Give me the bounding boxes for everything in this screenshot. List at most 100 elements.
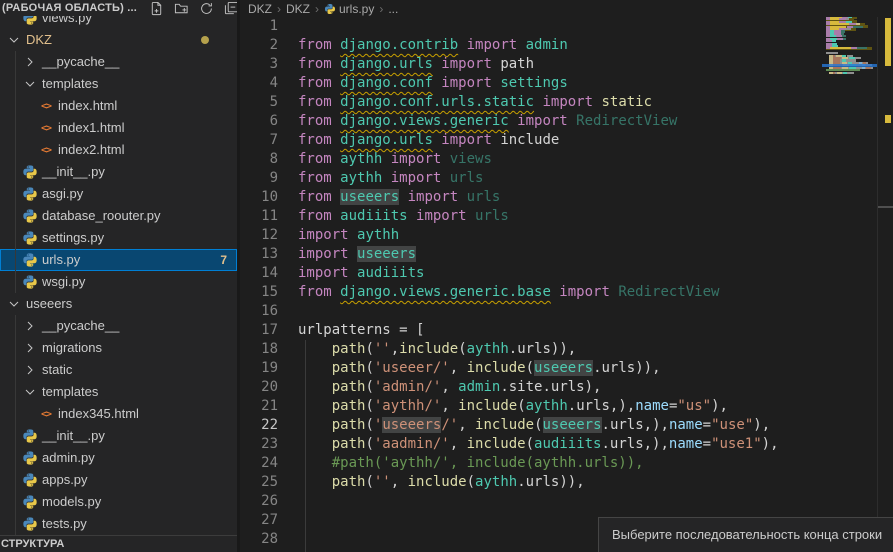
tree-item-label: __pycache__ <box>42 51 119 73</box>
code-line-22[interactable]: path('useeers/', include(useeers.urls,),… <box>240 416 822 435</box>
code-line-11[interactable]: from audiiits import urls <box>240 207 822 226</box>
code-token: django.urls <box>340 132 433 148</box>
tree-item-asgi-py[interactable]: asgi.py <box>0 183 237 205</box>
code-token: import <box>433 56 500 72</box>
new-file-button[interactable] <box>147 0 165 16</box>
tree-item-templates[interactable]: templates <box>0 381 237 403</box>
code-token: ( <box>534 417 542 433</box>
code-token: aythh <box>475 474 517 490</box>
code-line-21[interactable]: path('aythh/', include(aythh.urls,),name… <box>240 397 822 416</box>
code-token: from <box>298 75 340 91</box>
code-line-14[interactable]: import audiiits <box>240 264 822 283</box>
tree-item-index2-html[interactable]: <>index2.html <box>0 139 237 161</box>
breadcrumb-item-1[interactable]: DKZ <box>286 2 310 16</box>
tree-item--init-py[interactable]: __init__.py <box>0 425 237 447</box>
new-folder-button[interactable] <box>172 0 190 16</box>
tree-item-admin-py[interactable]: admin.py <box>0 447 237 469</box>
tree-item-index-html[interactable]: <>index.html <box>0 95 237 117</box>
code-line-7[interactable]: from django.urls import include <box>240 131 822 150</box>
refresh-icon <box>199 1 214 16</box>
tree-item-dkz[interactable]: DKZ <box>0 29 237 51</box>
code-token: django.views.generic <box>340 113 509 129</box>
code-token: .urls,), <box>568 398 635 414</box>
tree-item-label: asgi.py <box>42 183 83 205</box>
code-token: import <box>458 37 525 53</box>
explorer-sidebar: views.pyDKZ__pycache__templates<>index.h… <box>0 0 237 552</box>
code-token: ( <box>365 417 373 433</box>
tree-item-useeers[interactable]: useeers <box>0 293 237 315</box>
code-line-25[interactable]: path('', include(aythh.urls)), <box>240 473 822 492</box>
code-line-19[interactable]: path('useeer/', include(useeers.urls)), <box>240 359 822 378</box>
code-line-15[interactable]: from django.views.generic.base import Re… <box>240 283 822 302</box>
breadcrumb-item-2[interactable]: urls.py <box>324 2 374 16</box>
code-line-13[interactable]: import useeers <box>240 245 822 264</box>
tree-item-wsgi-py[interactable]: wsgi.py <box>0 271 237 293</box>
code-line-16[interactable] <box>240 302 822 321</box>
python-icon <box>22 428 38 444</box>
tree-item--init-py[interactable]: __init__.py <box>0 161 237 183</box>
code-line-24[interactable]: #path('aythh/', include(aythh.urls)), <box>240 454 822 473</box>
code-line-10[interactable]: from useeers import urls <box>240 188 822 207</box>
collapse-all-button[interactable] <box>222 0 237 16</box>
tree-item-migrations[interactable]: migrations <box>0 337 237 359</box>
tree-item--pycache-[interactable]: __pycache__ <box>0 315 237 337</box>
code-token: audiiits <box>357 265 424 281</box>
new-file-icon <box>149 1 164 16</box>
code-token: name <box>669 436 703 452</box>
python-icon <box>22 186 38 202</box>
code-line-26[interactable] <box>240 492 822 511</box>
code-token: admin <box>526 37 568 53</box>
overview-ruler[interactable] <box>877 0 893 552</box>
code-line-4[interactable]: from django.conf import settings <box>240 74 822 93</box>
tree-item-label: database_roouter.py <box>42 205 161 227</box>
code-token: aythh <box>526 398 568 414</box>
code-line-6[interactable]: from django.views.generic import Redirec… <box>240 112 822 131</box>
code-area[interactable]: 12from django.contrib import admin3from … <box>240 17 822 552</box>
tree-item-label: admin.py <box>42 447 95 469</box>
code-line-18[interactable]: path('',include(aythh.urls)), <box>240 340 822 359</box>
code-token: include <box>467 360 526 376</box>
tooltip-text: Выберите последовательность конца строки <box>612 527 882 542</box>
refresh-button[interactable] <box>197 0 215 16</box>
code-line-23[interactable]: path('aadmin/', include(audiiits.urls,),… <box>240 435 822 454</box>
code-line-5[interactable]: from django.conf.urls.static import stat… <box>240 93 822 112</box>
code-token: django.conf.urls.static <box>340 94 534 110</box>
tree-item-static[interactable]: static <box>0 359 237 381</box>
tree-item-tests-py[interactable]: tests.py <box>0 513 237 535</box>
code-line-2[interactable]: from django.contrib import admin <box>240 36 822 55</box>
code-line-1[interactable] <box>240 17 822 36</box>
code-line-3[interactable]: from django.urls import path <box>240 55 822 74</box>
chevron-down-icon <box>22 384 38 400</box>
code-token: useeers <box>382 417 441 433</box>
code-token: '' <box>374 341 391 357</box>
tree-item--pycache-[interactable]: __pycache__ <box>0 51 237 73</box>
tree-item-urls-py[interactable]: urls.py7 <box>0 249 237 271</box>
code-line-12[interactable]: import aythh <box>240 226 822 245</box>
code-token: from <box>298 113 340 129</box>
code-token: from <box>298 170 340 186</box>
tree-item-settings-py[interactable]: settings.py <box>0 227 237 249</box>
code-line-20[interactable]: path('admin/', admin.site.urls), <box>240 378 822 397</box>
python-icon <box>22 494 38 510</box>
breadcrumb-item-0[interactable]: DKZ <box>248 2 272 16</box>
tree-item-index1-html[interactable]: <>index1.html <box>0 117 237 139</box>
code-token: from <box>298 208 340 224</box>
tree-item-label: __pycache__ <box>42 315 119 337</box>
code-token: , <box>458 417 475 433</box>
tree-item-models-py[interactable]: models.py <box>0 491 237 513</box>
code-line-17[interactable]: urlpatterns = [ <box>240 321 822 340</box>
vscode-window: views.pyDKZ__pycache__templates<>index.h… <box>0 0 893 552</box>
python-icon <box>22 230 38 246</box>
tree-item-index345-html[interactable]: <>index345.html <box>0 403 237 425</box>
tree-item-apps-py[interactable]: apps.py <box>0 469 237 491</box>
minimap[interactable] <box>822 0 877 552</box>
tree-item-templates[interactable]: templates <box>0 73 237 95</box>
breadcrumb-item-3[interactable]: ... <box>388 2 398 16</box>
code-line-9[interactable]: from aythh import urls <box>240 169 822 188</box>
code-line-8[interactable]: from aythh import views <box>240 150 822 169</box>
tree-item-label: static <box>42 359 72 381</box>
code-token: from <box>298 56 340 72</box>
code-token: urlpatterns = [ <box>298 322 424 338</box>
tree-item-database-roouter-py[interactable]: database_roouter.py <box>0 205 237 227</box>
outline-section-header[interactable]: СТРУКТУРА <box>0 535 237 552</box>
